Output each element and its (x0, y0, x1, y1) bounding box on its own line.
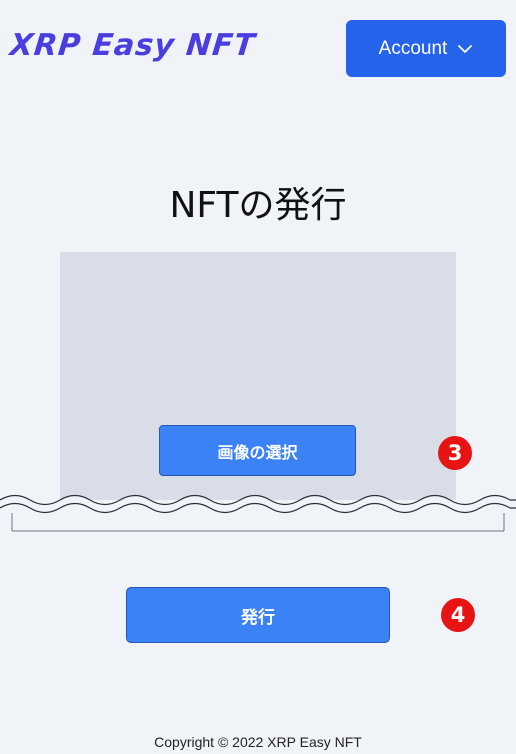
chevron-down-icon (458, 44, 473, 53)
step-3-badge: 3 (438, 436, 472, 470)
page-title: NFTの発行 (169, 185, 347, 226)
app-logo[interactable]: XRP Easy NFT (8, 28, 257, 63)
account-button-label: Account (378, 37, 448, 59)
issue-nft-button[interactable]: 発行 (126, 587, 390, 643)
account-button[interactable]: Account (346, 20, 506, 77)
cut-indicator (0, 494, 516, 532)
select-image-button[interactable]: 画像の選択 (159, 425, 356, 476)
footer-copyright: Copyright © 2022 XRP Easy NFT (154, 734, 362, 750)
step-4-badge: 4 (441, 598, 475, 632)
